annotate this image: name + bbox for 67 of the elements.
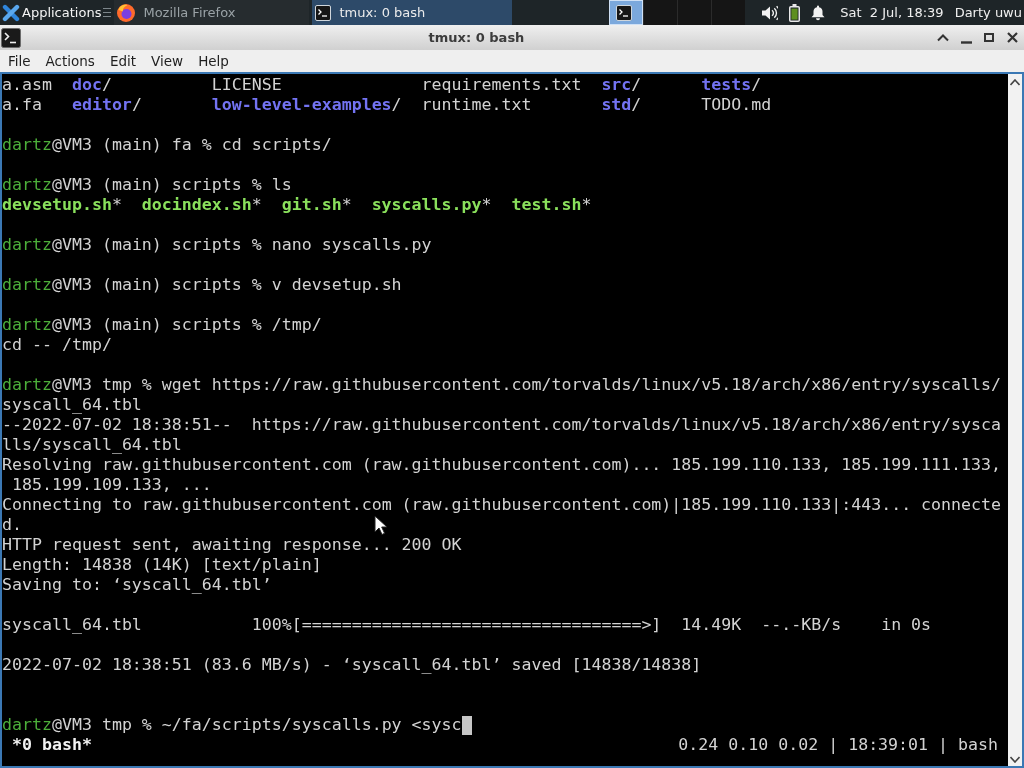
directory-name: tests/ bbox=[701, 75, 762, 95]
file-name: requirements.txt bbox=[421, 75, 582, 95]
command-line: dartz@VM3 (main) scripts % ls bbox=[2, 175, 292, 194]
command-line: dartz@VM3 (main) scripts % nano syscalls.py bbox=[2, 235, 432, 254]
output-line: Length: 14838 (14K) [text/plain] bbox=[2, 555, 322, 574]
terminal-icon bbox=[616, 4, 633, 21]
executable-name: docindex.sh* bbox=[141, 195, 262, 215]
output-line: HTTP request sent, awaiting response... 200 OK bbox=[2, 535, 462, 554]
file-name: a.fa bbox=[2, 95, 42, 115]
speaker-icon[interactable] bbox=[762, 4, 779, 21]
applications-menu-button[interactable]: Applications bbox=[0, 0, 102, 25]
scroll-down-icon[interactable] bbox=[1010, 756, 1020, 763]
menu-item[interactable]: Actions bbox=[38, 50, 102, 72]
clock-text[interactable]: Sat 2 Jul, 18:39 bbox=[840, 2, 944, 23]
output-line: Connecting to raw.githubusercontent.com (raw.githubusercontent.com)|185.199.110.133|:443... connecte bbox=[2, 495, 1002, 514]
window-title: tmux: 0 bash bbox=[428, 28, 525, 47]
file-name: a.asm bbox=[2, 75, 52, 95]
output-line: --2022-07-02 18:38:51-- https://raw.githubusercontent.com/torvalds/linux/v5.18/arch/x86/entry/sysca bbox=[2, 415, 1002, 434]
menu-item[interactable]: Edit bbox=[102, 50, 144, 72]
scrollbar[interactable] bbox=[1008, 74, 1022, 766]
command-line: dartz@VM3 (main) scripts % /tmp/ bbox=[2, 315, 322, 334]
menu-item[interactable]: File bbox=[1, 50, 38, 72]
output-line: Resolving raw.githubusercontent.com (raw.githubusercontent.com)... 185.199.110.133, 185.199.111.133, bbox=[2, 455, 1002, 474]
cross-logo-icon bbox=[2, 3, 20, 22]
output-line: lls/syscall_64.tbl bbox=[2, 435, 182, 454]
directory-name: editor/ bbox=[71, 95, 142, 115]
output-line: cd -- /tmp/ bbox=[2, 335, 112, 354]
file-name: LICENSE bbox=[211, 75, 282, 95]
executable-name: git.sh* bbox=[281, 195, 352, 215]
executable-name: test.sh* bbox=[511, 195, 592, 215]
minimize-icon bbox=[960, 40, 972, 44]
output-line: Saving to: ‘syscall_64.tbl’ bbox=[2, 575, 272, 594]
directory-name: std/ bbox=[601, 95, 642, 115]
output-line: 185.199.109.133, ... bbox=[11, 475, 212, 494]
battery-icon[interactable] bbox=[789, 3, 801, 22]
executable-name: syscalls.py* bbox=[371, 195, 492, 215]
menu-item[interactable]: View bbox=[144, 50, 191, 72]
scroll-up-icon[interactable] bbox=[1010, 79, 1020, 86]
command-line: dartz@VM3 tmp % wget https://raw.githubusercontent.com/torvalds/linux/v5.18/arch/x86/entry/syscalls/ bbox=[2, 375, 1002, 394]
tmux-window-label: *0 bash* bbox=[12, 735, 92, 755]
menu-item[interactable]: Help bbox=[191, 50, 236, 72]
file-name: TODO.md bbox=[701, 95, 772, 115]
bell-icon[interactable] bbox=[811, 4, 826, 21]
command-line: dartz@VM3 tmp % ~/fa/scripts/syscalls.py <sysc bbox=[2, 715, 462, 734]
user-menu[interactable]: Darty uwu bbox=[954, 2, 1022, 23]
directory-name: doc/ bbox=[71, 75, 112, 95]
tmux-status-text: 0.24 0.10 0.02 | 18:39:01 | bash bbox=[678, 735, 998, 755]
command-line: dartz@VM3 (main) fa % cd scripts/ bbox=[2, 135, 332, 154]
file-name: runtime.txt bbox=[421, 95, 532, 115]
output-line: syscall_64.tbl bbox=[2, 395, 142, 414]
app-logo-icon bbox=[117, 3, 136, 22]
taskbar-button[interactable]: Mozilla Firefox bbox=[114, 0, 310, 25]
mouse-pointer-icon bbox=[374, 515, 388, 535]
output-line: 2022-07-02 18:38:51 (83.6 MB/s) - ‘syscall_64.tbl’ saved [14838/14838] bbox=[2, 655, 702, 674]
command-line: dartz@VM3 (main) scripts % v devsetup.sh bbox=[2, 275, 402, 294]
grip-icon bbox=[103, 7, 112, 18]
terminal-icon bbox=[315, 4, 332, 21]
maximize-icon bbox=[984, 33, 994, 42]
directory-name: src/ bbox=[601, 75, 642, 95]
executable-name: devsetup.sh* bbox=[2, 195, 122, 215]
chevron-up-icon bbox=[937, 33, 949, 42]
directory-name: low-level-examples/ bbox=[211, 95, 402, 115]
close-icon bbox=[1006, 32, 1018, 43]
taskbar-button[interactable]: tmux: 0 bash bbox=[312, 0, 513, 25]
output-line: d. bbox=[2, 515, 22, 534]
terminal-icon[interactable] bbox=[1, 27, 21, 48]
output-line: syscall_64.tbl 100%[==================================>] 14.49K --.-KB/s in 0s bbox=[2, 615, 932, 634]
